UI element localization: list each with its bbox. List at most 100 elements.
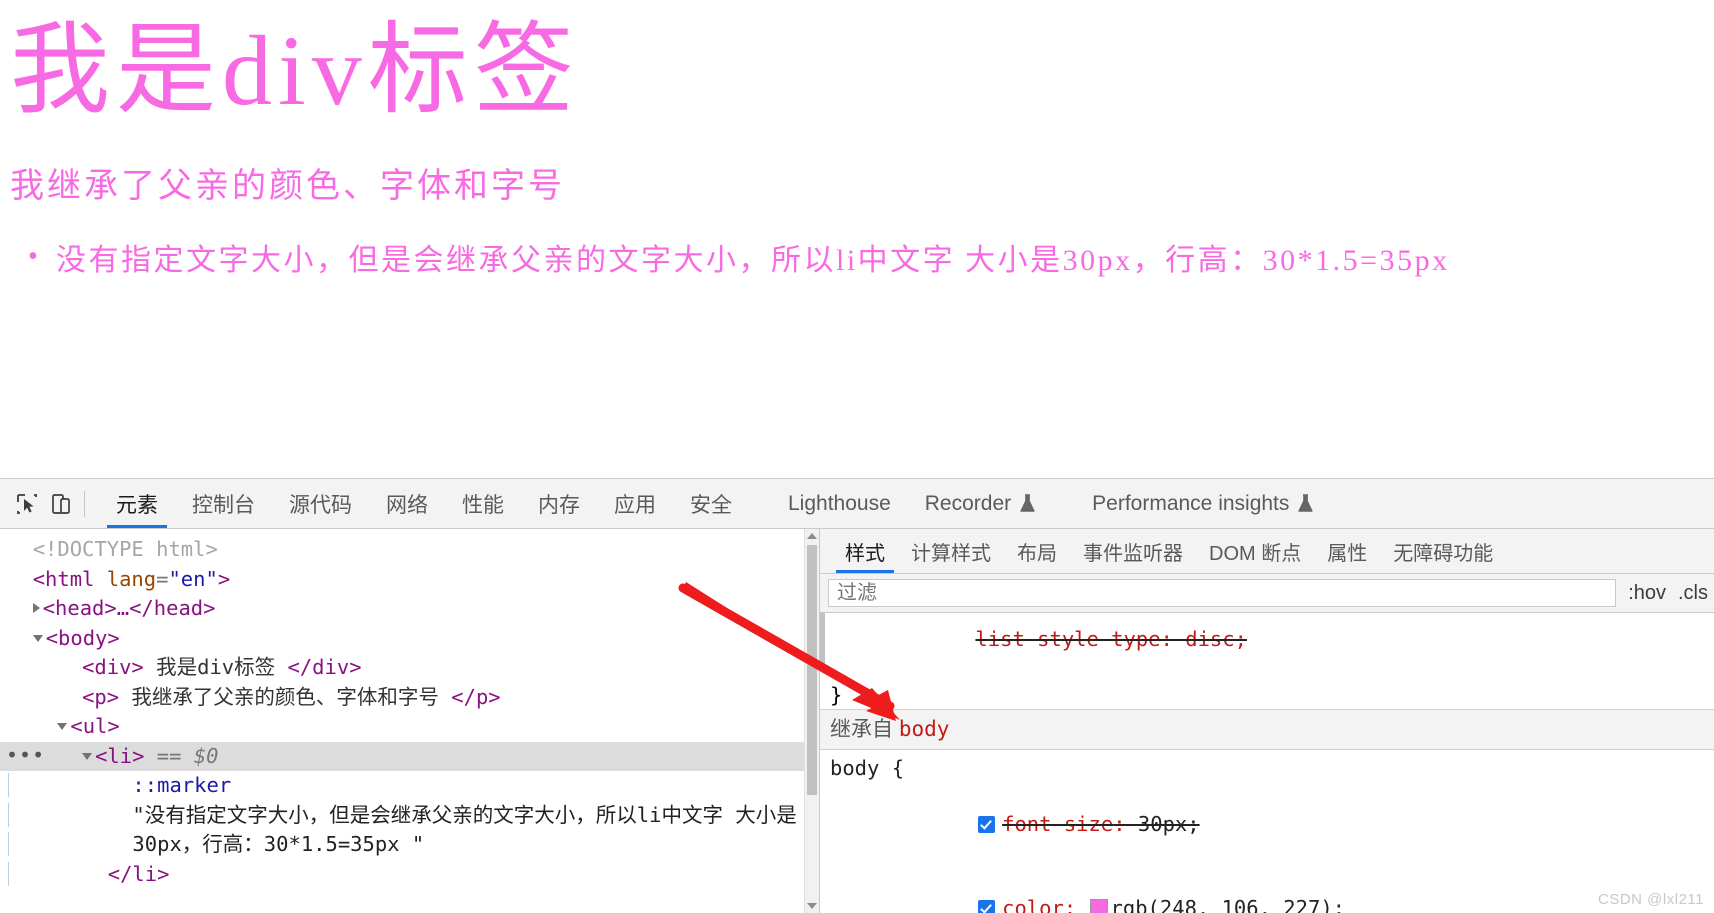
cut-declaration-line: list-style-type: disc;: [975, 627, 1247, 651]
page-div-heading: 我是div标签: [10, 15, 580, 126]
dom-token: ==: [144, 743, 194, 768]
watermark: CSDN @lxl211: [1598, 891, 1704, 908]
styles-content: list-style-type: disc; } 继承自 body body {…: [820, 613, 1714, 913]
css-rule-body: body { font-size: 30px; color: rgb(248, …: [820, 750, 1714, 913]
dom-tree-node[interactable]: <head>…</head>: [0, 594, 805, 624]
tab-console[interactable]: 控制台: [175, 479, 272, 528]
tab-memory[interactable]: 内存: [521, 479, 597, 528]
tab-elements[interactable]: 元素: [99, 479, 175, 528]
sidebar-tab-properties[interactable]: 属性: [1314, 529, 1380, 573]
hov-toggle[interactable]: :hov: [1628, 582, 1666, 605]
dom-tree-node[interactable]: <div> 我是div标签 </div>: [0, 653, 805, 683]
collapse-triangle-icon[interactable]: [82, 752, 93, 760]
tab-label: 安全: [690, 493, 732, 517]
dom-token: <li>: [95, 743, 145, 768]
page-viewport: 我是div标签 我继承了父亲的颜色、字体和字号 没有指定文字大小，但是会继承父亲…: [0, 0, 1714, 478]
dom-token: <p>: [82, 684, 120, 709]
sidebar-tab-layout[interactable]: 布局: [1004, 529, 1070, 573]
dom-tree-node[interactable]: <body>: [0, 624, 805, 654]
declaration-checkbox[interactable]: [978, 816, 996, 833]
dom-token: <body>: [45, 625, 120, 650]
tab-label: Recorder: [924, 491, 1012, 515]
tab-label: Lighthouse: [788, 491, 891, 515]
sidebar-tab-accessibility[interactable]: 无障碍功能: [1380, 529, 1506, 573]
declaration-property[interactable]: font-size: [1002, 812, 1113, 836]
dom-tree-pane: <!DOCTYPE html> <html lang="en"> <head>……: [0, 529, 820, 913]
css-declaration: font-size: 30px;: [820, 782, 1714, 866]
scroll-down-icon[interactable]: [805, 899, 819, 913]
dom-tree-node[interactable]: ••• <li> == $0: [0, 741, 805, 771]
dom-token: 我是div标签: [143, 655, 288, 679]
dom-tree-node[interactable]: ::marker: [0, 771, 805, 801]
tab-performance-insights[interactable]: Performance insights: [1075, 479, 1331, 528]
css-declaration: color: rgb(248, 106, 227);: [820, 866, 1714, 913]
dom-tree-node[interactable]: <!DOCTYPE html>: [0, 535, 805, 565]
devtools-tab-list: 元素 控制台 源代码 网络 性能 内存 应用 安全 Lighthouse Rec…: [99, 479, 1331, 528]
tab-recorder[interactable]: Recorder: [908, 479, 1053, 528]
tab-network[interactable]: 网络: [369, 479, 445, 528]
sidebar-tab-label: 属性: [1327, 542, 1368, 565]
sidebar-tab-event-listeners[interactable]: 事件监听器: [1070, 529, 1196, 573]
dom-tree-node[interactable]: </li>: [0, 860, 805, 890]
dom-tree-node[interactable]: <p> 我继承了父亲的颜色、字体和字号 </p>: [0, 683, 805, 713]
dom-tree-node[interactable]: "没有指定文字大小，但是会继承父亲的文字大小，所以li中文字 大小是: [0, 801, 805, 831]
indent-spacer: [8, 773, 133, 797]
declaration-property[interactable]: color: [1002, 896, 1064, 913]
tab-performance[interactable]: 性能: [445, 479, 521, 528]
indent-spacer: [8, 802, 133, 827]
sidebar-tab-styles[interactable]: 样式: [832, 529, 898, 573]
styles-pane: 样式 计算样式 布局 事件监听器 DOM 断点 属性 无障碍功能 :hov .c…: [820, 529, 1714, 913]
color-swatch-icon[interactable]: [1089, 899, 1108, 913]
page-content: 我是div标签 我继承了父亲的颜色、字体和字号 没有指定文字大小，但是会继承父亲…: [0, 0, 1714, 283]
dom-tree-node[interactable]: <ul>: [0, 712, 805, 742]
collapse-triangle-icon[interactable]: [32, 634, 43, 642]
declaration-value[interactable]: 30px;: [1126, 812, 1200, 836]
dom-tree-node[interactable]: <html lang="en">: [0, 565, 805, 595]
tab-label: 性能: [462, 493, 504, 517]
styles-filter-input[interactable]: [828, 579, 1617, 607]
cls-toggle[interactable]: .cls: [1678, 582, 1708, 605]
collapse-triangle-icon[interactable]: [57, 723, 68, 730]
sidebar-tab-label: 计算样式: [911, 542, 991, 565]
inherited-source-tag[interactable]: body: [899, 717, 950, 741]
scroll-up-icon[interactable]: [805, 529, 819, 543]
scrollbar-thumb[interactable]: [807, 545, 817, 795]
sidebar-tab-label: 事件监听器: [1083, 542, 1183, 565]
dom-tree-node[interactable]: 30px，行高：30*1.5=35px ": [0, 830, 805, 860]
tab-label: Performance insights: [1092, 491, 1290, 515]
devtools-tabbar: 元素 控制台 源代码 网络 性能 内存 应用 安全 Lighthouse Rec…: [0, 479, 1714, 529]
tab-security[interactable]: 安全: [673, 479, 749, 528]
indent-spacer: [8, 861, 108, 886]
tab-sources[interactable]: 源代码: [272, 479, 369, 528]
tab-gap: [749, 479, 771, 528]
dom-token: 30px，行高：30*1.5=35px ": [132, 832, 425, 856]
dom-token: 我继承了父亲的颜色、字体和字号: [119, 684, 452, 709]
cut-rule-closing-brace: }: [830, 683, 843, 707]
tab-application[interactable]: 应用: [597, 479, 673, 528]
tab-label: 网络: [386, 493, 428, 517]
inherited-from-header: 继承自 body: [820, 709, 1714, 750]
sidebar-tab-dom-breakpoints[interactable]: DOM 断点: [1196, 529, 1314, 573]
declaration-checkbox[interactable]: [978, 900, 996, 913]
inspect-cursor-icon[interactable]: [10, 487, 44, 521]
sidebar-tab-computed[interactable]: 计算样式: [898, 529, 1004, 573]
dom-token: <head>…</head>: [42, 596, 216, 620]
tab-lighthouse[interactable]: Lighthouse: [771, 479, 908, 528]
inherited-label: 继承自: [830, 718, 893, 741]
sidebar-tab-label: 样式: [845, 542, 885, 565]
declaration-value[interactable]: rgb(248, 106, 227);: [1111, 896, 1346, 913]
styles-scrollbar-thumb[interactable]: [820, 613, 825, 671]
css-selector[interactable]: body {: [820, 754, 1714, 782]
devtools-toolbar-icons: [0, 479, 99, 528]
expand-triangle-icon[interactable]: [32, 603, 40, 613]
dom-token: <div>: [82, 655, 144, 679]
indent-spacer: [8, 832, 133, 856]
device-toolbar-icon[interactable]: [44, 487, 78, 521]
node-more-icon[interactable]: •••: [6, 745, 45, 765]
dom-token: <html: [32, 566, 107, 591]
dom-tree-scrollbar[interactable]: [804, 529, 819, 913]
tab-label: 应用: [614, 493, 656, 517]
sidebar-tab-label: DOM 断点: [1209, 542, 1302, 565]
